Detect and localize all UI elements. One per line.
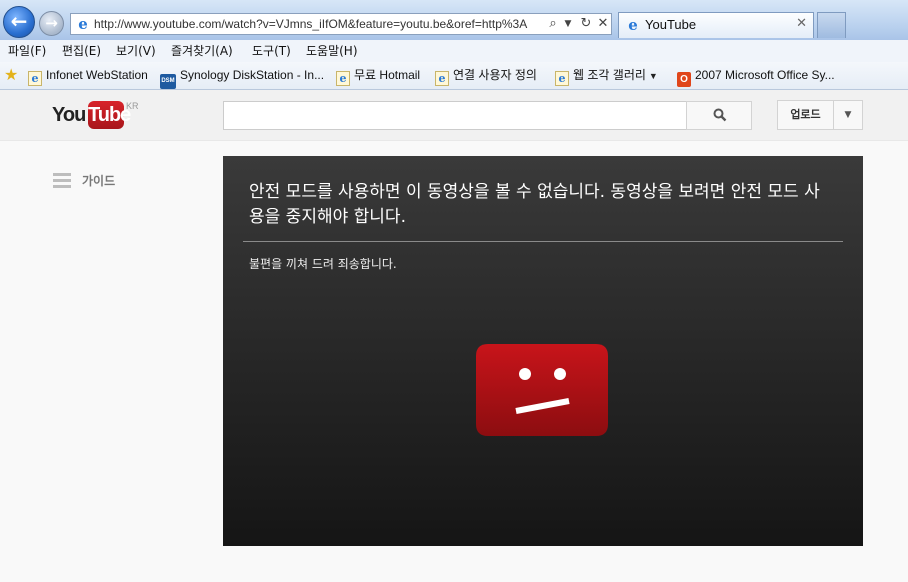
office-icon: O [677,72,691,87]
close-icon[interactable]: ✕ [796,16,807,32]
search-input[interactable] [223,101,687,130]
favorite-link[interactable]: e 무료 Hotmail [336,67,420,86]
ie-page-icon: e [555,71,569,86]
error-subtitle: 불편을 끼쳐 드려 죄송합니다. [249,257,397,271]
error-message: 안전 모드를 사용하면 이 동영상을 볼 수 없습니다. 동영상을 보려면 안전… [249,182,820,227]
guide-menu-icon[interactable] [53,173,71,189]
video-player: 안전 모드를 사용하면 이 동영상을 볼 수 없습니다. 동영상을 보려면 안전… [223,156,863,546]
favorite-link[interactable]: O 2007 Microsoft Office Sy... [677,67,835,87]
menu-bar: 파일(F) 편집(E) 보기(V) 즐겨찾기(A) 도구(T) 도움말(H) [0,40,908,63]
favorite-link[interactable]: e웹 조각 갤러리 ▼ [555,67,658,86]
favorites-star-icon[interactable]: ★ [4,66,18,84]
menu-help[interactable]: 도움말(H) [306,43,358,59]
stop-icon[interactable]: ✕ [595,15,611,33]
favorite-link[interactable]: e 연결 사용자 정의 [435,67,537,86]
new-tab-button[interactable] [817,12,846,38]
ie-page-icon: e [336,71,350,86]
tab-youtube[interactable]: e YouTube ✕ [618,12,814,38]
search-icon [713,108,727,122]
menu-favorites[interactable]: 즐겨찾기(A) [171,43,233,59]
ie-page-icon: e [28,71,42,86]
favorite-link[interactable]: e Infonet WebStation [28,67,148,86]
address-url[interactable]: http://www.youtube.com/watch?v=VJmns_iIf… [94,16,534,32]
search-button[interactable] [686,101,752,130]
favorite-link[interactable]: DSM Synology DiskStation - In... [160,67,324,89]
upload-dropdown-button[interactable]: ▼ [833,100,863,130]
tab-title: YouTube [645,17,697,32]
menu-file[interactable]: 파일(F) [8,43,46,59]
ie-page-icon: e [435,71,449,86]
ie-page-icon: e [78,15,88,33]
arrow-right-icon: → [45,14,58,32]
guide-label[interactable]: 가이드 [82,173,115,189]
chevron-down-icon: ▼ [844,110,852,120]
ie-page-icon: e [628,16,638,34]
search-icon[interactable]: ⌕ [545,15,561,33]
refresh-icon[interactable]: ↻ [578,15,594,33]
region-label: KR [126,101,139,111]
browser-titlebar: ← → e http://www.youtube.com/watch?v=VJm… [0,0,908,40]
address-bar[interactable]: e http://www.youtube.com/watch?v=VJmns_i… [70,13,612,35]
chevron-down-icon[interactable]: ▼ [649,71,658,81]
chevron-down-icon[interactable]: ▼ [562,15,574,33]
forward-button[interactable]: → [39,11,64,36]
arrow-left-icon: ← [10,9,28,33]
back-button[interactable]: ← [3,6,35,38]
menu-edit[interactable]: 편집(E) [62,43,101,59]
sad-face-icon [476,344,608,436]
favorites-bar: ★ e Infonet WebStation DSM Synology DiskSt… [0,62,908,90]
menu-tools[interactable]: 도구(T) [252,43,291,59]
upload-button[interactable]: 업로드 [777,100,834,130]
menu-view[interactable]: 보기(V) [116,43,156,59]
dsm-icon: DSM [160,74,176,89]
divider [243,241,843,242]
